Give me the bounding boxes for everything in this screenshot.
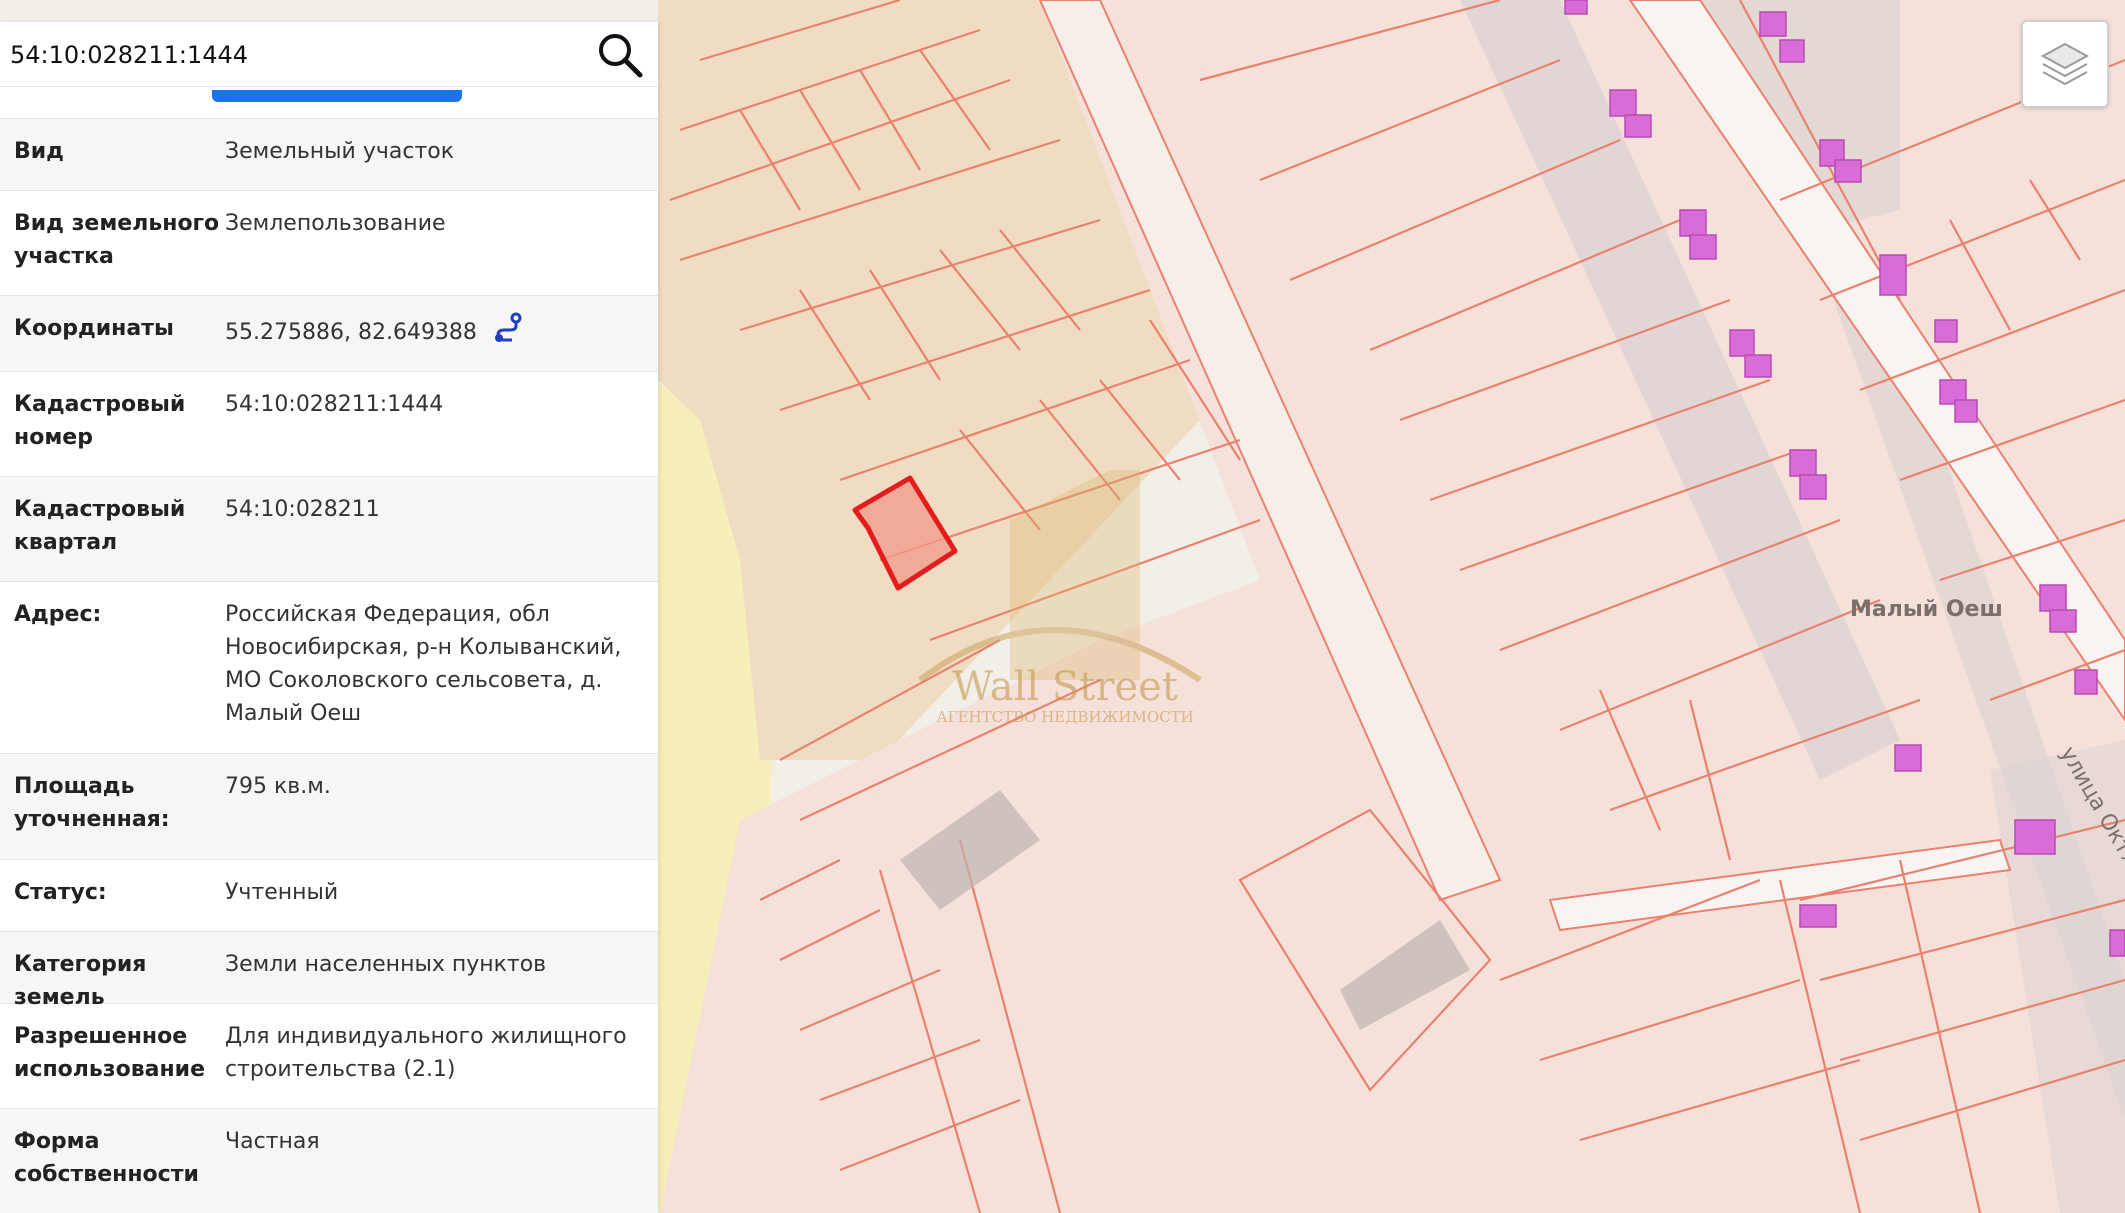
table-row: Адрес: Российская Федерация, обл Новосиб… [0,581,658,753]
table-row: Вид земельного участка Землепользование [0,190,658,295]
row-value: 54:10:028211 [225,497,380,522]
row-label: Вид земельного участка [14,211,220,269]
row-value: 795 кв.м. [225,774,331,799]
place-label: Малый Оеш [1850,597,2003,622]
row-label: Кадастровый номер [14,392,186,450]
row-value: Учтенный [225,880,339,905]
row-label: Площадь уточненная: [14,774,170,832]
row-value: Для индивидуального жилищного строительс… [225,1024,627,1082]
row-value: Земли населенных пунктов [225,952,547,977]
info-panel: Вид Земельный участок Вид земельного уча… [0,22,658,1213]
watermark-subtitle: АГЕНТСТВО НЕДВИЖИМОСТИ [936,708,1193,726]
active-tab-indicator [212,90,462,102]
layers-icon [2040,42,2090,86]
search-input[interactable] [8,32,582,78]
row-label: Адрес: [14,602,102,627]
search-button[interactable] [592,28,648,82]
row-value: Российская Федерация, обл Новосибирская,… [225,602,622,726]
table-row: Площадь уточненная: 795 кв.м. [0,753,658,859]
row-label: Категория земель [14,952,147,1010]
coordinates-text: 55.275886, 82.649388 [225,320,477,345]
attributes-table: Вид Земельный участок Вид земельного уча… [0,118,658,1213]
route-icon[interactable] [492,312,524,354]
table-row: Кадастровый квартал 54:10:028211 [0,476,658,581]
layers-button[interactable] [2021,20,2109,108]
row-label: Координаты [14,316,174,341]
table-row: Координаты 55.275886, 82.649388 [0,295,658,371]
table-row: Статус: Учтенный [0,859,658,931]
search-icon [599,34,643,78]
row-label: Разрешенное использование [14,1024,205,1082]
row-label: Форма собственности [14,1129,199,1187]
table-row: Вид Земельный участок [0,118,658,190]
row-value: Землепользование [225,211,446,236]
row-label: Вид [14,139,64,164]
row-value: Частная [225,1129,320,1154]
row-label: Статус: [14,880,107,905]
row-value: 55.275886, 82.649388 [225,312,644,355]
table-row: Кадастровый номер 54:10:028211:1444 [0,371,658,476]
row-value: Земельный участок [225,139,455,164]
watermark-title: Wall Street [952,664,1178,710]
row-value: 54:10:028211:1444 [225,392,444,417]
table-row: Форма собственности Частная [0,1108,658,1213]
table-row: Разрешенное использование Для индивидуал… [0,1003,658,1108]
table-row: Категория земель Земли населенных пункто… [0,931,658,1010]
row-label: Кадастровый квартал [14,497,186,555]
search-bar [0,22,658,87]
